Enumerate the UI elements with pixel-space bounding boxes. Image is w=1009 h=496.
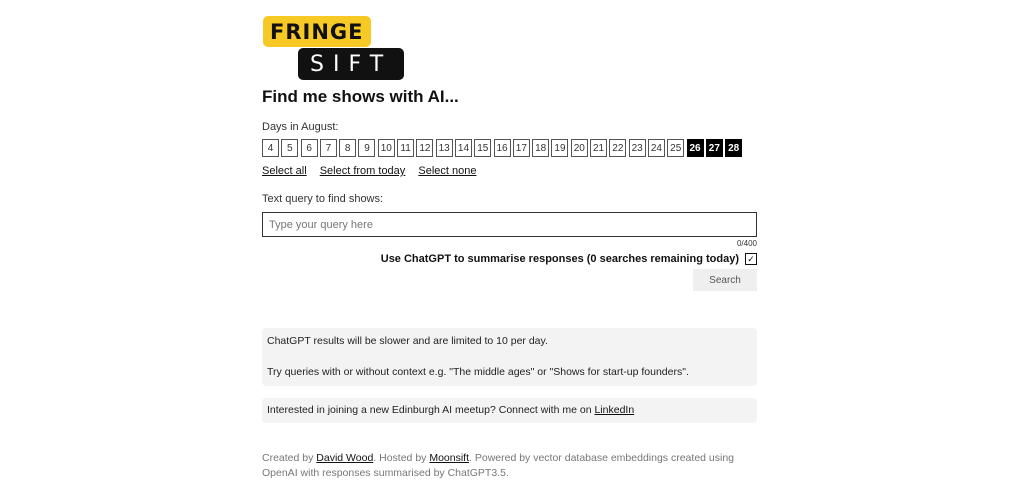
info-line-examples: Try queries with or without context e.g.… <box>267 366 689 378</box>
day-button-17[interactable]: 17 <box>512 139 530 157</box>
day-button-5[interactable]: 5 <box>281 139 299 157</box>
day-button-24[interactable]: 24 <box>647 139 665 157</box>
day-button-10[interactable]: 10 <box>377 139 395 157</box>
day-button-7[interactable]: 7 <box>319 139 337 157</box>
meetup-info-box: Interested in joining a new Edinburgh AI… <box>262 398 757 423</box>
days-selector: 4 5 6 7 8 9 10 11 12 13 14 15 16 17 18 19 20 21 22 23 24 25 26… <box>262 139 757 157</box>
day-button-11[interactable]: 11 <box>397 139 415 157</box>
day-button-26[interactable]: 26 <box>686 139 704 157</box>
host-link[interactable]: Moonsift <box>429 452 469 464</box>
footer-hosted-by: . Hosted by <box>373 452 430 464</box>
day-button-25[interactable]: 25 <box>667 139 685 157</box>
chatgpt-option-row: Use ChatGPT to summarise responses (0 se… <box>262 253 757 265</box>
days-label: Days in August: <box>262 121 339 133</box>
character-counter: 0/400 <box>736 239 757 248</box>
info-line-limit: ChatGPT results will be slower and are l… <box>267 335 548 347</box>
check-icon: ✓ <box>747 253 755 264</box>
author-link[interactable]: David Wood <box>316 452 373 464</box>
day-button-19[interactable]: 19 <box>551 139 569 157</box>
meetup-text: Interested in joining a new Edinburgh AI… <box>267 404 595 416</box>
query-label: Text query to find shows: <box>262 193 384 205</box>
footer-created-by: Created by <box>262 452 317 464</box>
select-none-link[interactable]: Select none <box>418 165 476 177</box>
day-button-12[interactable]: 12 <box>416 139 434 157</box>
chatgpt-info-box: ChatGPT results will be slower and are l… <box>262 328 757 386</box>
day-button-9[interactable]: 9 <box>358 139 376 157</box>
day-button-8[interactable]: 8 <box>339 139 357 157</box>
footer: Created by David Wood. Hosted by Moonsif… <box>262 451 757 481</box>
linkedin-link[interactable]: LinkedIn <box>594 404 634 416</box>
page-title: Find me shows with AI... <box>262 87 459 106</box>
day-button-18[interactable]: 18 <box>532 139 550 157</box>
day-button-27[interactable]: 27 <box>705 139 723 157</box>
main-content: FRINGE SIFT Find me shows with AI... Day… <box>262 14 757 481</box>
logo-fringe-text: FRINGE <box>263 16 371 47</box>
chatgpt-option-label: Use ChatGPT to summarise responses (0 se… <box>380 253 739 265</box>
day-button-23[interactable]: 23 <box>628 139 646 157</box>
day-button-13[interactable]: 13 <box>435 139 453 157</box>
day-button-6[interactable]: 6 <box>300 139 318 157</box>
search-row: Search <box>262 269 757 291</box>
day-button-21[interactable]: 21 <box>590 139 608 157</box>
select-links: Select all Select from today Select none <box>262 165 757 177</box>
day-button-20[interactable]: 20 <box>570 139 588 157</box>
day-button-15[interactable]: 15 <box>474 139 492 157</box>
day-button-4[interactable]: 4 <box>262 139 279 157</box>
select-all-link[interactable]: Select all <box>262 165 307 177</box>
logo-sift-text: SIFT <box>298 48 405 80</box>
day-button-14[interactable]: 14 <box>454 139 472 157</box>
day-button-16[interactable]: 16 <box>493 139 511 157</box>
chatgpt-checkbox[interactable]: ✓ <box>745 253 757 265</box>
day-button-28[interactable]: 28 <box>725 139 743 157</box>
day-button-22[interactable]: 22 <box>609 139 627 157</box>
fringe-sift-logo[interactable]: FRINGE SIFT <box>262 14 405 82</box>
select-from-today-link[interactable]: Select from today <box>320 165 406 177</box>
search-button[interactable]: Search <box>693 269 757 291</box>
query-input[interactable] <box>262 212 757 237</box>
